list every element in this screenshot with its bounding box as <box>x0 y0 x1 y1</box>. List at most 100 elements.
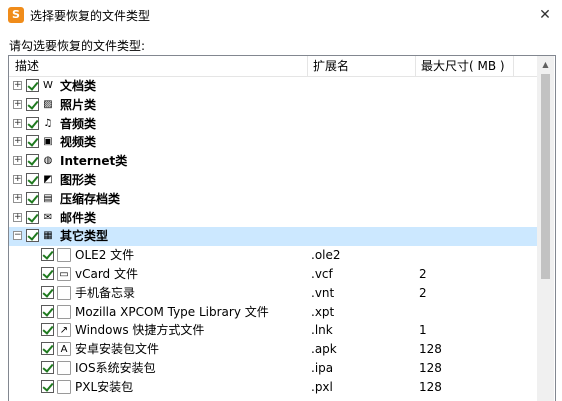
archive-icon: ▤ <box>43 192 53 204</box>
file-type-checkbox[interactable] <box>41 323 54 337</box>
instruction-label: 请勾选要恢复的文件类型: <box>9 39 146 53</box>
close-button[interactable]: ✕ <box>533 4 557 26</box>
photo-icon: ▨ <box>43 98 53 110</box>
file-icon <box>57 285 71 300</box>
file-type-max-size: 2 <box>419 266 427 281</box>
file-type-max-size: 128 <box>419 360 442 375</box>
file-type-extension: .vcf <box>311 266 333 281</box>
category-row[interactable]: − ▦ 其它类型 <box>9 227 537 247</box>
file-type-description: IOS系统安装包 <box>75 360 156 375</box>
shortcut-icon: ↗ <box>57 323 71 338</box>
column-max-size[interactable]: 最大尺寸( MB ) <box>415 56 513 76</box>
category-label: 音频类 <box>60 116 97 131</box>
file-type-description: Mozilla XPCOM Type Library 文件 <box>75 304 269 319</box>
category-row[interactable]: + ▣ 视频类 <box>9 133 537 152</box>
file-type-row[interactable]: PXL安装包 .pxl 128 <box>9 378 537 397</box>
category-checkbox[interactable] <box>26 135 39 149</box>
category-row[interactable]: + ▤ 压缩存档类 <box>9 190 537 209</box>
category-label: 文档类 <box>60 79 97 93</box>
category-label: 其它类型 <box>60 229 109 244</box>
file-icon <box>57 304 71 319</box>
file-type-extension: .xpt <box>311 304 335 319</box>
file-type-row[interactable]: ▭ vCard 文件 .vcf 2 <box>9 265 537 284</box>
graphics-icon: ◩ <box>43 173 53 185</box>
expand-icon[interactable]: + <box>13 174 22 184</box>
file-type-description: 安卓安装包文件 <box>75 342 160 357</box>
vertical-scrollbar[interactable]: ▲ <box>537 56 554 401</box>
file-type-extension: .apk <box>311 342 337 357</box>
mail-icon: ✉ <box>43 211 53 223</box>
android-icon: A <box>57 342 71 357</box>
category-checkbox[interactable] <box>26 79 39 92</box>
file-icon <box>57 248 71 263</box>
scroll-thumb[interactable] <box>541 74 550 279</box>
file-type-row[interactable]: 手机备忘录 .vnt 2 <box>9 284 537 303</box>
vcard-icon: ▭ <box>57 266 71 281</box>
category-checkbox[interactable] <box>26 210 39 224</box>
file-type-extension: .ole2 <box>311 248 341 263</box>
file-type-extension: .vnt <box>311 285 335 300</box>
expand-icon[interactable]: + <box>13 81 22 90</box>
expand-icon[interactable]: + <box>13 156 22 166</box>
file-type-checkbox[interactable] <box>41 266 54 280</box>
window-title: 选择要恢复的文件类型 <box>30 9 151 23</box>
category-row[interactable]: + ◍ Internet类 <box>9 152 537 171</box>
category-checkbox[interactable] <box>26 191 39 205</box>
file-type-description: Windows 快捷方式文件 <box>75 323 205 338</box>
app-logo-icon: S <box>8 7 24 23</box>
collapse-icon[interactable]: − <box>13 231 22 241</box>
file-icon <box>57 360 71 375</box>
file-type-row[interactable]: Mozilla XPCOM Type Library 文件 .xpt <box>9 303 537 322</box>
scroll-up-arrow-icon[interactable]: ▲ <box>537 56 554 73</box>
category-row[interactable]: + ▨ 照片类 <box>9 96 537 115</box>
video-icon: ▣ <box>43 136 53 148</box>
category-checkbox[interactable] <box>26 116 39 130</box>
file-type-checkbox[interactable] <box>41 304 54 318</box>
file-type-row[interactable]: OLE2 文件 .ole2 <box>9 246 537 265</box>
category-checkbox[interactable] <box>26 154 39 168</box>
file-type-tree[interactable]: 描述 扩展名 最大尺寸( MB ) + W 文档类 + ▨ 照片类 + ♫ 音频类 + ▣ 视频类 + ◍… <box>8 55 556 401</box>
word-doc-icon: W <box>43 80 53 91</box>
category-label: 邮件类 <box>60 210 97 225</box>
file-type-description: vCard 文件 <box>75 266 138 281</box>
file-type-checkbox[interactable] <box>41 248 54 262</box>
file-type-max-size: 128 <box>419 379 442 394</box>
category-label: 照片类 <box>60 97 97 112</box>
expand-icon[interactable]: + <box>13 212 22 222</box>
file-type-extension: .lnk <box>311 323 333 338</box>
expand-icon[interactable]: + <box>13 193 22 203</box>
category-checkbox[interactable] <box>26 97 39 111</box>
column-header: 描述 扩展名 最大尺寸( MB ) <box>9 56 537 77</box>
file-type-row[interactable]: ↗ Windows 快捷方式文件 .lnk 1 <box>9 321 537 340</box>
column-extension[interactable]: 扩展名 <box>307 56 415 76</box>
expand-icon[interactable]: + <box>13 99 22 109</box>
file-type-checkbox[interactable] <box>41 342 54 356</box>
category-checkbox[interactable] <box>26 172 39 186</box>
other-types-icon: ▦ <box>43 230 53 242</box>
category-label: 图形类 <box>60 172 97 187</box>
file-type-extension: .ipa <box>311 360 334 375</box>
expand-icon[interactable]: + <box>13 118 22 128</box>
category-checkbox[interactable] <box>26 229 39 243</box>
category-row[interactable]: + ♫ 音频类 <box>9 115 537 134</box>
file-type-description: 手机备忘录 <box>75 285 136 300</box>
file-type-checkbox[interactable] <box>41 379 54 393</box>
file-type-checkbox[interactable] <box>41 285 54 299</box>
title-bar: S 选择要恢复的文件类型 ✕ <box>0 0 562 30</box>
category-label: 压缩存档类 <box>60 191 121 206</box>
tree-rows: + W 文档类 + ▨ 照片类 + ♫ 音频类 + ▣ 视频类 + ◍ Internet类 + ◩ 图形类 + ▤ 压缩… <box>9 77 537 397</box>
file-type-row[interactable]: IOS系统安装包 .ipa 128 <box>9 359 537 378</box>
expand-icon[interactable]: + <box>13 137 22 147</box>
column-description[interactable]: 描述 <box>9 56 307 76</box>
file-type-row[interactable]: A 安卓安装包文件 .apk 128 <box>9 340 537 359</box>
category-label: 视频类 <box>60 135 97 150</box>
category-row[interactable]: + W 文档类 <box>9 77 537 96</box>
column-divider[interactable] <box>513 56 514 76</box>
globe-icon: ◍ <box>43 155 53 167</box>
file-type-checkbox[interactable] <box>41 360 54 374</box>
file-type-max-size: 2 <box>419 285 427 300</box>
file-type-description: PXL安装包 <box>75 379 134 394</box>
file-type-extension: .pxl <box>311 379 333 394</box>
category-row[interactable]: + ✉ 邮件类 <box>9 209 537 228</box>
category-row[interactable]: + ◩ 图形类 <box>9 171 537 190</box>
